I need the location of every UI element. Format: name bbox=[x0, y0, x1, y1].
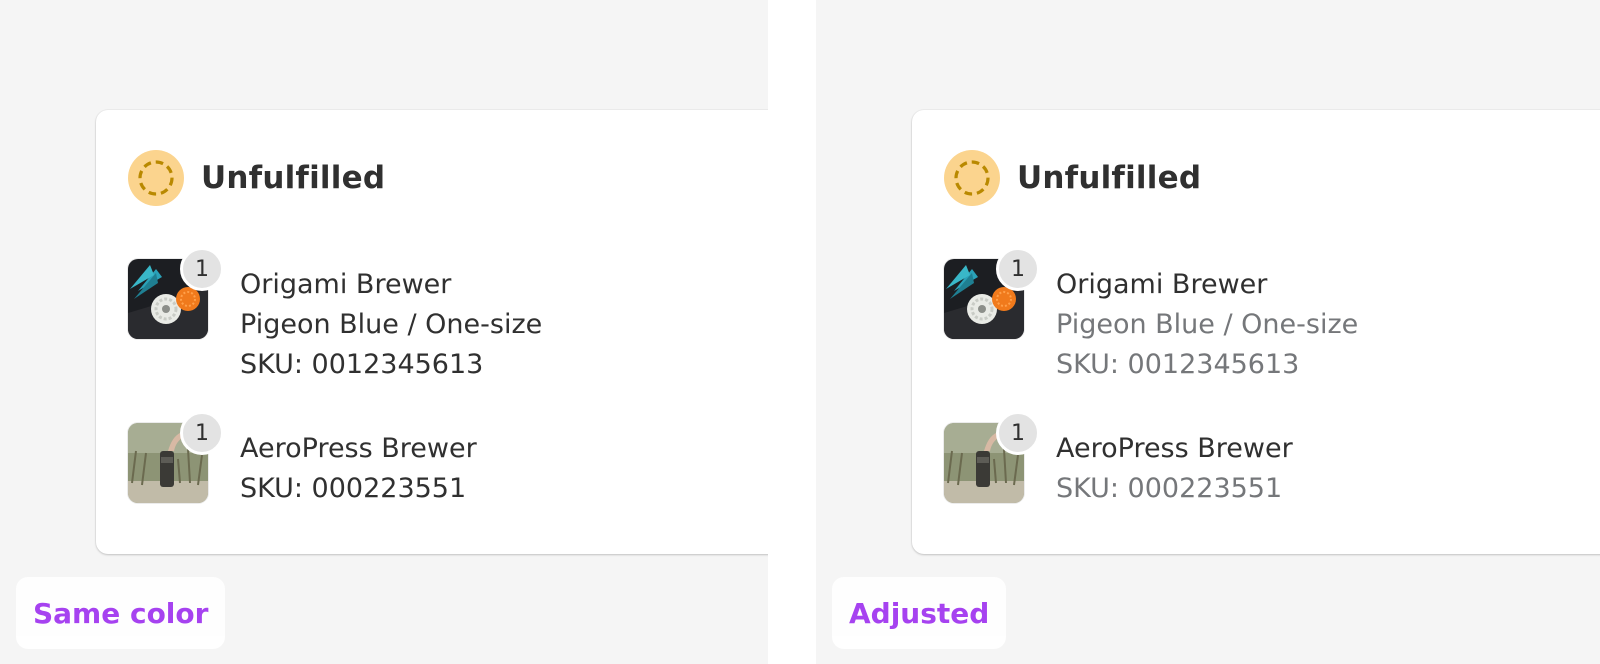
product-variant: Pigeon Blue / One-size bbox=[240, 309, 543, 340]
line-item[interactable]: 1 Origami Brewer Pigeon Blue / One-size … bbox=[128, 247, 542, 385]
quantity-badge: 1 bbox=[180, 247, 224, 291]
product-sku: SKU: 000223551 bbox=[240, 473, 467, 504]
product-sku: SKU: 000223551 bbox=[1056, 473, 1283, 504]
unfulfilled-status-icon bbox=[944, 150, 1000, 206]
comparison-stage: Unfulfilled 1 Origami Brewer Pigeon Blue… bbox=[0, 0, 1600, 664]
card-title: Unfulfilled bbox=[201, 160, 386, 196]
same-color-panel: Unfulfilled 1 Origami Brewer Pigeon Blue… bbox=[0, 0, 768, 664]
product-sku: SKU: 0012345613 bbox=[240, 349, 484, 380]
unfulfilled-card: Unfulfilled 1 Origami Brewer Pigeon Blue… bbox=[96, 110, 768, 554]
line-item-details: AeroPress Brewer SKU: 000223551 bbox=[1056, 429, 1293, 509]
unfulfilled-card: Unfulfilled 1 Origami Brewer Pigeon Blue… bbox=[912, 110, 1600, 554]
line-item[interactable]: 1 Origami Brewer Pigeon Blue / One-size … bbox=[944, 247, 1358, 385]
product-variant: Pigeon Blue / One-size bbox=[1056, 309, 1359, 340]
adjusted-panel: Unfulfilled 1 Origami Brewer Pigeon Blue… bbox=[816, 0, 1600, 664]
product-name[interactable]: AeroPress Brewer bbox=[1056, 429, 1293, 469]
comparison-label: Same color bbox=[16, 577, 226, 649]
product-name[interactable]: Origami Brewer bbox=[1056, 265, 1358, 305]
product-thumbnail-wrapper: 1 bbox=[128, 247, 224, 339]
card-header: Unfulfilled bbox=[944, 150, 1201, 206]
quantity-badge: 1 bbox=[180, 411, 224, 455]
product-thumbnail-wrapper: 1 bbox=[944, 247, 1040, 339]
unfulfilled-status-icon bbox=[128, 150, 184, 206]
quantity-badge: 1 bbox=[996, 411, 1040, 455]
line-item-details: Origami Brewer Pigeon Blue / One-size SK… bbox=[240, 265, 542, 385]
product-thumbnail-wrapper: 1 bbox=[128, 411, 224, 503]
product-name[interactable]: AeroPress Brewer bbox=[240, 429, 477, 469]
line-item[interactable]: 1 AeroPress Brewer SKU: 000223551 bbox=[944, 411, 1293, 509]
product-name[interactable]: Origami Brewer bbox=[240, 265, 542, 305]
line-item[interactable]: 1 AeroPress Brewer SKU: 000223551 bbox=[128, 411, 477, 509]
card-header: Unfulfilled bbox=[128, 150, 385, 206]
product-thumbnail-wrapper: 1 bbox=[944, 411, 1040, 503]
product-sku: SKU: 0012345613 bbox=[1056, 349, 1300, 380]
quantity-badge: 1 bbox=[996, 247, 1040, 291]
comparison-label: Adjusted bbox=[832, 577, 1007, 649]
line-item-details: Origami Brewer Pigeon Blue / One-size SK… bbox=[1056, 265, 1358, 385]
card-title: Unfulfilled bbox=[1017, 160, 1202, 196]
line-item-details: AeroPress Brewer SKU: 000223551 bbox=[240, 429, 477, 509]
